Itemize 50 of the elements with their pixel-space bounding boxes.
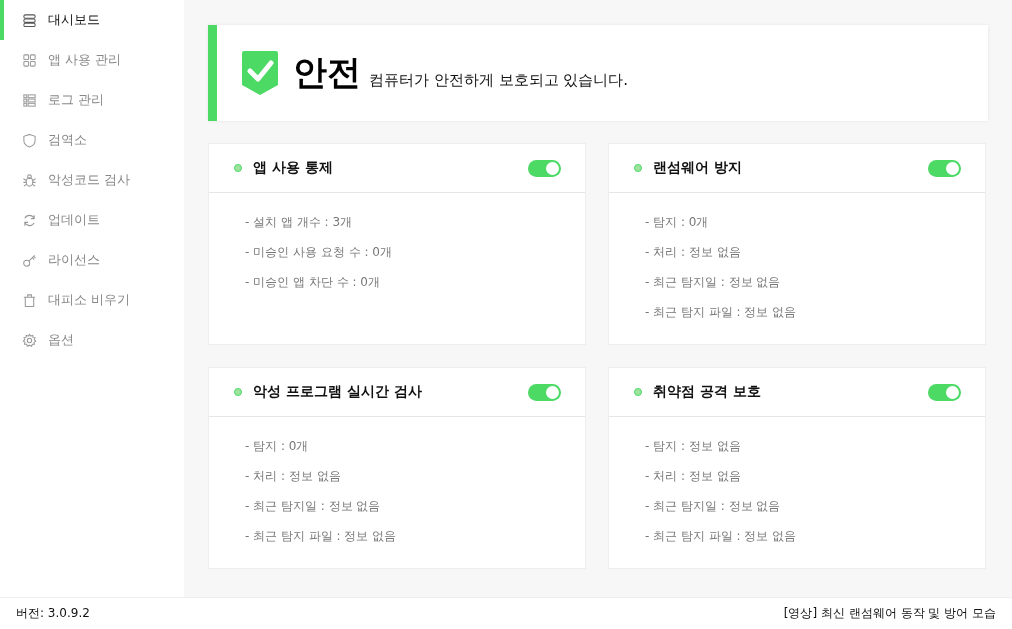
card-title: 랜섬웨어 방지 — [653, 159, 743, 177]
video-link[interactable]: [영상] 최신 랜섬웨어 동작 및 방어 모습 — [783, 605, 996, 622]
info-line: - 처리 : 정보 없음 — [645, 468, 742, 485]
info-line: - 최근 탐지 파일 : 정보 없음 — [645, 304, 798, 321]
bug-icon — [22, 172, 37, 188]
status-dot-icon — [634, 388, 642, 396]
shield-icon — [22, 132, 37, 148]
card-title: 앱 사용 통제 — [253, 159, 334, 177]
settings-icon — [22, 332, 37, 348]
key-icon — [22, 252, 37, 268]
info-line: - 최근 탐지일 : 정보 없음 — [245, 498, 382, 515]
info-line: - 최근 탐지일 : 정보 없음 — [645, 498, 782, 515]
status-title: 안전 — [293, 51, 361, 94]
shield-check-icon — [240, 49, 280, 97]
info-line: - 최근 탐지 파일 : 정보 없음 — [245, 528, 398, 545]
trash-icon — [22, 292, 37, 308]
sidebar-item[interactable]: 라이선스 — [0, 240, 184, 280]
grid-icon — [22, 52, 37, 68]
card-title: 취약점 공격 보호 — [653, 383, 762, 401]
info-line: - 미승인 사용 요청 수 : 0개 — [245, 244, 393, 261]
sidebar-item[interactable]: 로그 관리 — [0, 80, 184, 120]
toggle-switch[interactable] — [528, 383, 561, 401]
sidebar-item[interactable]: 앱 사용 관리 — [0, 40, 184, 80]
status-dot-icon — [234, 388, 242, 396]
refresh-icon — [22, 212, 37, 228]
info-line: - 최근 탐지 파일 : 정보 없음 — [645, 528, 798, 545]
sidebar-item[interactable]: 옵션 — [0, 320, 184, 360]
info-line: - 미승인 앱 차단 수 : 0개 — [245, 274, 381, 291]
info-line: - 탐지 : 0개 — [245, 438, 310, 455]
toggle-switch[interactable] — [928, 383, 961, 401]
status-message: 컴퓨터가 안전하게 보호되고 있습니다. — [369, 70, 629, 90]
sidebar-item[interactable]: 업데이트 — [0, 200, 184, 240]
stack-icon — [22, 12, 37, 28]
info-line: - 탐지 : 0개 — [645, 214, 710, 231]
card-title: 악성 프로그램 실시간 검사 — [253, 383, 423, 401]
status-dot-icon — [634, 164, 642, 172]
toggle-switch[interactable] — [528, 159, 561, 177]
info-line: - 최근 탐지일 : 정보 없음 — [645, 274, 782, 291]
info-line: - 처리 : 정보 없음 — [645, 244, 742, 261]
info-line: - 설치 앱 개수 : 3개 — [245, 214, 354, 231]
sidebar-item[interactable]: 대피소 비우기 — [0, 280, 184, 320]
toggle-switch[interactable] — [928, 159, 961, 177]
sidebar-item[interactable]: 대시보드 — [0, 0, 184, 40]
sidebar-item[interactable]: 악성코드 검사 — [0, 160, 184, 200]
version-label: 버전: 3.0.9.2 — [16, 605, 90, 622]
info-line: - 처리 : 정보 없음 — [245, 468, 342, 485]
status-dot-icon — [234, 164, 242, 172]
sidebar-item[interactable]: 검역소 — [0, 120, 184, 160]
list-icon — [22, 92, 37, 108]
info-line: - 탐지 : 정보 없음 — [645, 438, 742, 455]
